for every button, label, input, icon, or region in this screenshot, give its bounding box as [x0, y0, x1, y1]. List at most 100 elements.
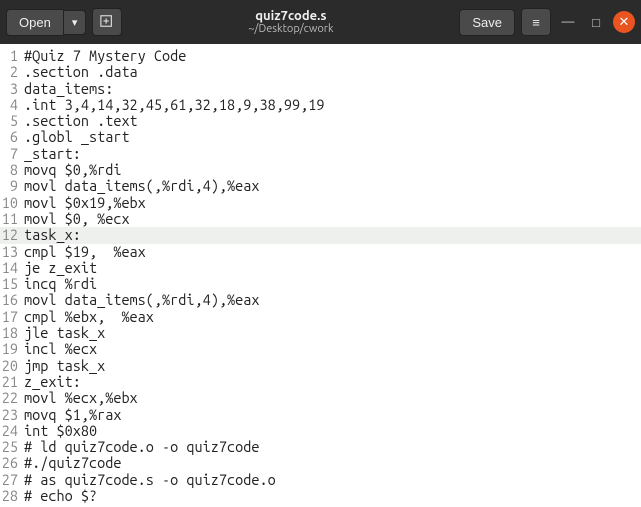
line-number: 26 — [0, 455, 22, 471]
line-text: je z_exit — [22, 260, 97, 276]
code-line[interactable]: 24int $0x80 — [0, 423, 641, 439]
line-number: 25 — [0, 439, 22, 455]
line-number: 27 — [0, 472, 22, 488]
line-text: movl %ecx,%ebx — [22, 390, 138, 406]
new-tab-button[interactable] — [92, 8, 122, 36]
open-button[interactable]: Open — [6, 9, 64, 36]
code-line[interactable]: 10movl $0x19,%ebx — [0, 195, 641, 211]
open-dropdown-button[interactable]: ▾ — [64, 10, 87, 35]
code-line[interactable]: 23movq $1,%rax — [0, 407, 641, 423]
code-line[interactable]: 20jmp task_x — [0, 358, 641, 374]
code-line[interactable]: 22movl %ecx,%ebx — [0, 390, 641, 406]
window-close-button[interactable]: ✕ — [613, 11, 635, 33]
line-number: 2 — [0, 64, 22, 80]
line-number: 6 — [0, 129, 22, 145]
line-text: #./quiz7code — [22, 455, 121, 471]
line-number: 20 — [0, 358, 22, 374]
line-text: #Quiz 7 Mystery Code — [22, 48, 186, 64]
code-line[interactable]: 4.int 3,4,14,32,45,61,32,18,9,38,99,19 — [0, 97, 641, 113]
window-maximize-button[interactable]: □ — [585, 11, 607, 33]
hamburger-menu-button[interactable]: ≡ — [521, 8, 551, 36]
code-line[interactable]: 8movq $0,%rdi — [0, 162, 641, 178]
line-text: .int 3,4,14,32,45,61,32,18,9,38,99,19 — [22, 97, 324, 113]
maximize-icon: □ — [592, 15, 600, 30]
close-icon: ✕ — [619, 15, 630, 30]
line-text: movl $0x19,%ebx — [22, 195, 146, 211]
line-number: 1 — [0, 48, 22, 64]
line-text: .section .data — [22, 64, 138, 80]
save-button[interactable]: Save — [459, 9, 515, 36]
titlebar-right: Save ≡ — □ ✕ — [459, 8, 635, 36]
line-text: jle task_x — [22, 325, 105, 341]
line-number: 5 — [0, 113, 22, 129]
code-line[interactable]: 19incl %ecx — [0, 341, 641, 357]
code-line[interactable]: 14je z_exit — [0, 260, 641, 276]
code-line[interactable]: 3data_items: — [0, 81, 641, 97]
code-line[interactable]: 13cmpl $19, %eax — [0, 244, 641, 260]
filepath-label: ~/Desktop/cwork — [128, 23, 453, 35]
line-number: 13 — [0, 244, 22, 260]
line-text: data_items: — [22, 81, 113, 97]
line-text: # as quiz7code.s -o quiz7code.o — [22, 472, 276, 488]
line-text: movl data_items(,%rdi,4),%eax — [22, 292, 259, 308]
line-number: 19 — [0, 341, 22, 357]
code-line[interactable]: 21z_exit: — [0, 374, 641, 390]
line-number: 3 — [0, 81, 22, 97]
line-text: movl $0, %ecx — [22, 211, 130, 227]
line-number: 18 — [0, 325, 22, 341]
code-line[interactable]: 18jle task_x — [0, 325, 641, 341]
new-tab-icon — [100, 14, 114, 31]
line-number: 9 — [0, 178, 22, 194]
line-text: cmpl $19, %eax — [22, 244, 146, 260]
line-number: 17 — [0, 309, 22, 325]
code-line[interactable]: 12task_x: — [0, 227, 641, 243]
line-number: 24 — [0, 423, 22, 439]
line-text: int $0x80 — [22, 423, 97, 439]
editor-area[interactable]: 1#Quiz 7 Mystery Code2.section .data3dat… — [0, 44, 641, 504]
line-number: 15 — [0, 276, 22, 292]
line-number: 28 — [0, 488, 22, 504]
line-number: 8 — [0, 162, 22, 178]
line-text: # echo $? — [22, 488, 97, 504]
code-line[interactable]: 15incq %rdi — [0, 276, 641, 292]
hamburger-icon: ≡ — [532, 15, 540, 30]
code-line[interactable]: 27# as quiz7code.s -o quiz7code.o — [0, 472, 641, 488]
line-number: 4 — [0, 97, 22, 113]
code-line[interactable]: 17cmpl %ebx, %eax — [0, 309, 641, 325]
code-line[interactable]: 1#Quiz 7 Mystery Code — [0, 48, 641, 64]
line-text: z_exit: — [22, 374, 81, 390]
code-line[interactable]: 7_start: — [0, 146, 641, 162]
code-line[interactable]: 6.globl _start — [0, 129, 641, 145]
line-text: movq $0,%rdi — [22, 162, 121, 178]
line-text: incq %rdi — [22, 276, 97, 292]
line-number: 22 — [0, 390, 22, 406]
line-number: 10 — [0, 195, 22, 211]
line-number: 14 — [0, 260, 22, 276]
code-line[interactable]: 16movl data_items(,%rdi,4),%eax — [0, 292, 641, 308]
code-line[interactable]: 9movl data_items(,%rdi,4),%eax — [0, 178, 641, 194]
line-text: movl data_items(,%rdi,4),%eax — [22, 178, 259, 194]
line-number: 12 — [0, 227, 22, 243]
line-text: jmp task_x — [22, 358, 105, 374]
title-center: quiz7code.s ~/Desktop/cwork — [128, 9, 453, 35]
line-number: 7 — [0, 146, 22, 162]
code-line[interactable]: 26#./quiz7code — [0, 455, 641, 471]
line-number: 21 — [0, 374, 22, 390]
minimize-icon: — — [562, 15, 575, 29]
filename-label: quiz7code.s — [128, 9, 453, 23]
line-text: _start: — [22, 146, 81, 162]
line-text: movq $1,%rax — [22, 407, 121, 423]
line-text: # ld quiz7code.o -o quiz7code — [22, 439, 259, 455]
line-number: 23 — [0, 407, 22, 423]
window-minimize-button[interactable]: — — [557, 11, 579, 33]
line-number: 16 — [0, 292, 22, 308]
line-text: incl %ecx — [22, 341, 97, 357]
code-line[interactable]: 28# echo $? — [0, 488, 641, 504]
line-text: .globl _start — [22, 129, 130, 145]
code-line[interactable]: 11movl $0, %ecx — [0, 211, 641, 227]
line-number: 11 — [0, 211, 22, 227]
titlebar-left: Open ▾ — [6, 8, 122, 36]
code-line[interactable]: 2.section .data — [0, 64, 641, 80]
code-line[interactable]: 25# ld quiz7code.o -o quiz7code — [0, 439, 641, 455]
code-line[interactable]: 5.section .text — [0, 113, 641, 129]
